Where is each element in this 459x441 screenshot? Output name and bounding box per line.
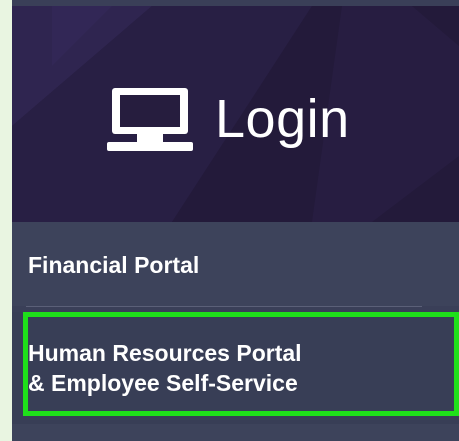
hr-portal-label-line1: Human Resources Portal <box>28 340 302 366</box>
next-menu-item[interactable] <box>12 424 459 441</box>
hr-portal-label: Human Resources Portal & Employee Self-S… <box>28 338 302 398</box>
financial-portal-link[interactable]: Financial Portal <box>12 222 459 306</box>
hr-portal-link[interactable]: Human Resources Portal & Employee Self-S… <box>12 312 459 424</box>
login-panel: Login Financial Portal Human Resources P… <box>12 0 459 441</box>
login-header: Login <box>12 6 459 222</box>
monitor-icon <box>107 88 193 151</box>
financial-portal-label: Financial Portal <box>28 252 200 278</box>
login-title: Login <box>215 89 350 149</box>
login-title-row[interactable]: Login <box>107 84 350 154</box>
hr-portal-label-line2: & Employee Self-Service <box>28 370 298 396</box>
menu-divider <box>26 306 422 307</box>
